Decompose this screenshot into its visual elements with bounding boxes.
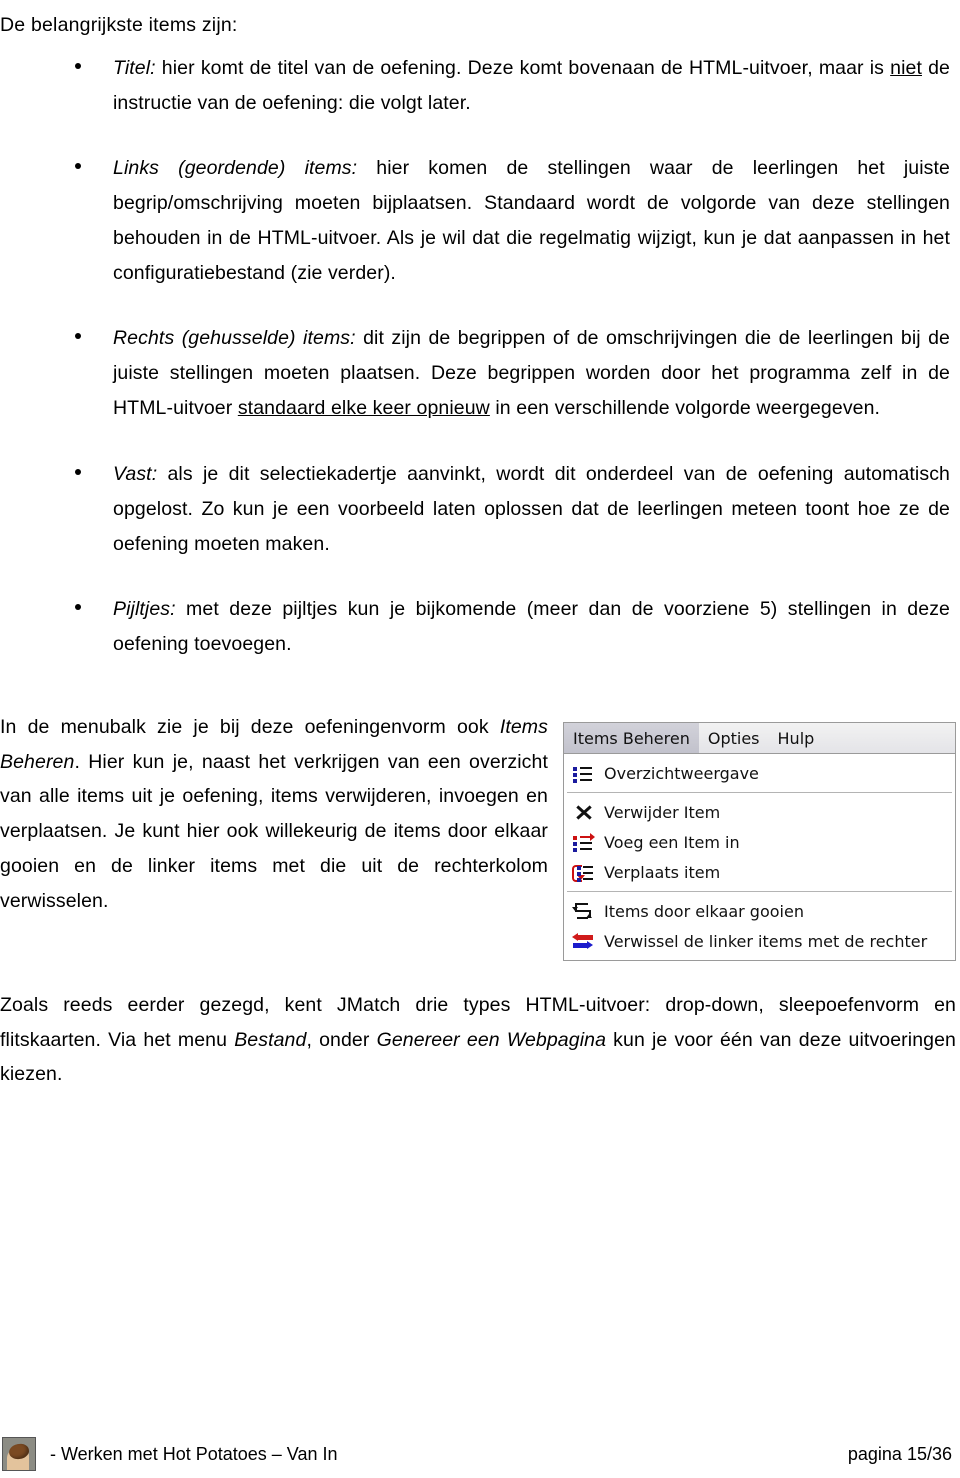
delete-x-icon: [572, 802, 594, 822]
bullet-term: Rechts (gehusselde) items:: [113, 327, 356, 350]
bullet-text-underlined: standaard elke keer opnieuw: [237, 397, 490, 420]
shuffle-icon: [572, 901, 594, 921]
menu-item-label: Verwissel de linker items met de rechter: [604, 931, 928, 951]
bullet-term: Links (geordende) items:: [113, 156, 358, 179]
menu-tab-items-beheren[interactable]: Items Beheren: [564, 723, 699, 753]
menu-bar: Items Beheren Opties Hulp: [564, 723, 955, 754]
menu-item-verplaats-item[interactable]: Verplaats item: [564, 857, 955, 887]
closing-text-b: , onder: [306, 1028, 377, 1051]
insert-item-icon: [572, 832, 595, 852]
move-item-icon: [572, 862, 594, 882]
swap-columns-icon: [572, 931, 594, 951]
bullet-text-underlined: niet: [890, 56, 922, 79]
list-item: Rechts (gehusselde) items: dit zijn de b…: [0, 321, 960, 426]
bullet-text-a: hier komt de titel van de oefening. Deze…: [155, 56, 891, 79]
bullet-dot-icon: [75, 162, 81, 169]
menu-description-paragraph: In de menubalk zie je bij deze oefeninge…: [0, 710, 548, 918]
footer-left-text: - Werken met Hot Potatoes – Van In: [50, 1443, 338, 1464]
menu-item-label: Overzichtweergave: [604, 763, 759, 783]
menu-item-overzichtweergave[interactable]: Overzichtweergave: [564, 758, 955, 788]
paragraph-text-a: In de menubalk zie je bij deze oefeninge…: [0, 716, 500, 738]
key-items-list: Titel: hier komt de titel van de oefenin…: [0, 51, 960, 662]
page-footer: - Werken met Hot Potatoes – Van In pagin…: [0, 1434, 960, 1474]
list-item: Links (geordende) items: hier komen de s…: [0, 151, 960, 291]
bullet-term: Vast:: [113, 462, 158, 485]
bullet-dot-icon: [75, 603, 81, 610]
menu-tab-hulp[interactable]: Hulp: [769, 723, 824, 753]
footer-page-number: pagina 15/36: [847, 1443, 952, 1464]
menu-item-label: Verwijder Item: [604, 802, 721, 822]
menu-dropdown: Overzichtweergave Verwijder Item Voeg ee…: [564, 754, 955, 960]
bullet-term: Pijltjes:: [113, 597, 176, 620]
bullet-dot-icon: [75, 62, 81, 69]
intro-paragraph: De belangrijkste items zijn:: [0, 14, 238, 36]
closing-italic-genereer-webpagina: Genereer een Webpagina: [376, 1028, 607, 1051]
hot-potatoes-logo-icon: [2, 1437, 36, 1471]
bullet-text: als je dit selectiekadertje aanvinkt, wo…: [113, 462, 950, 555]
menu-tab-opties[interactable]: Opties: [699, 723, 769, 753]
menu-item-voeg-een-item-in[interactable]: Voeg een Item in: [564, 827, 955, 857]
closing-italic-bestand: Bestand: [234, 1028, 307, 1051]
menu-item-verwijder-item[interactable]: Verwijder Item: [564, 797, 955, 827]
bullet-text: met deze pijltjes kun je bijkomende (mee…: [113, 597, 950, 655]
list-view-icon: [572, 763, 594, 783]
bullet-term: Titel:: [113, 56, 156, 79]
closing-paragraph: Zoals reeds eerder gezegd, kent JMatch d…: [0, 988, 956, 1092]
document-page: De belangrijkste items zijn: Titel: hier…: [0, 0, 960, 1478]
menu-item-label: Verplaats item: [604, 862, 721, 882]
menu-separator: [567, 891, 952, 892]
list-item: Vast: als je dit selectiekadertje aanvin…: [0, 457, 960, 562]
list-item: Pijltjes: met deze pijltjes kun je bijko…: [0, 592, 960, 662]
menu-item-label: Items door elkaar gooien: [604, 901, 804, 921]
bullet-text-b: in een verschillende volgorde weergegeve…: [489, 397, 881, 420]
menu-item-items-door-elkaar-gooien[interactable]: Items door elkaar gooien: [564, 896, 955, 926]
menu-separator: [567, 792, 952, 793]
document-body: De belangrijkste items zijn: Titel: hier…: [0, 8, 960, 662]
list-item: Titel: hier komt de titel van de oefenin…: [0, 51, 960, 121]
menu-item-label: Voeg een Item in: [604, 832, 740, 852]
items-beheren-menu-screenshot: Items Beheren Opties Hulp Overzichtweerg…: [563, 722, 956, 961]
paragraph-text-b: . Hier kun je, naast het verkrijgen van …: [0, 750, 548, 912]
bullet-dot-icon: [75, 333, 81, 340]
menu-item-verwissel-linker-rechter[interactable]: Verwissel de linker items met de rechter: [564, 926, 955, 956]
bullet-dot-icon: [75, 468, 81, 475]
